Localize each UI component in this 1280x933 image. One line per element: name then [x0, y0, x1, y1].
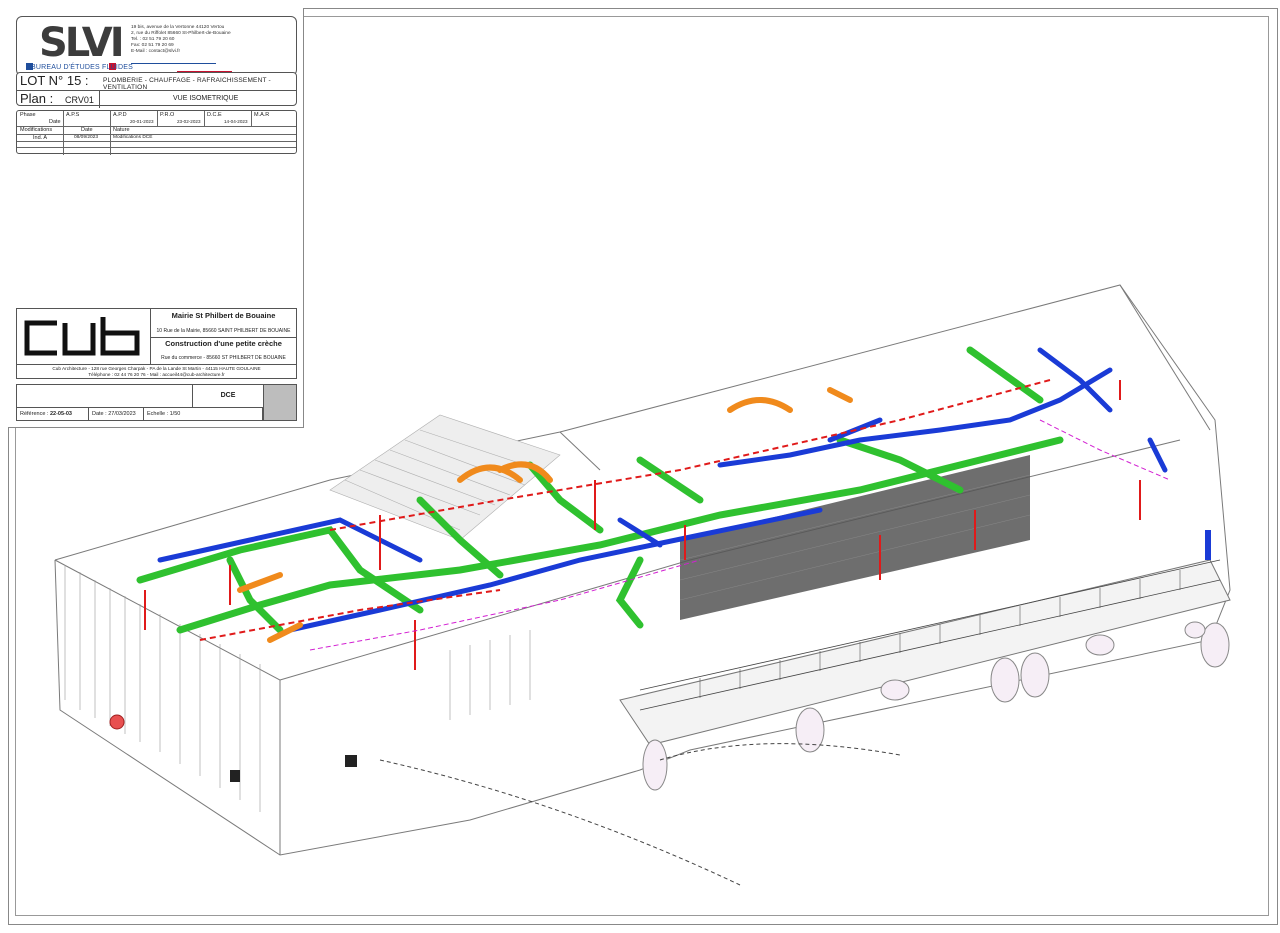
- divider: [17, 126, 296, 127]
- plan-label: Plan :: [20, 91, 54, 106]
- firm-address: 19 bis, avenue de la Vertonne 44120 Vert…: [131, 25, 231, 55]
- phase-apd-date: 20-01-2023: [130, 119, 154, 124]
- mod-date-header: Date: [81, 127, 93, 133]
- phase-pro-date: 23-02-2023: [177, 119, 201, 124]
- slvi-logo: SLVI: [39, 20, 125, 66]
- project-address: Rue du commerce - 85660 ST PHILBERT DE B…: [161, 355, 286, 361]
- owner-address: 10 Rue de la Mairie, 85660 SAINT PHILBER…: [156, 328, 291, 334]
- title-block: SLVI BUREAU D'ÉTUDES FLUIDES 19 bis, ave…: [8, 8, 304, 428]
- phase-date-header: Date: [49, 119, 61, 125]
- phase-dce: D.C.E: [207, 112, 222, 118]
- divider: [251, 111, 252, 126]
- mod-nature-header: Nature: [113, 127, 130, 133]
- reference-cell: Référence : 22-05-03: [17, 407, 89, 421]
- divider: [63, 111, 64, 126]
- phase-pro: P.R.O: [160, 112, 175, 118]
- project-name: Construction d'une petite crèche: [165, 339, 282, 348]
- divider: [17, 141, 296, 142]
- phase-header: Phase: [20, 112, 36, 118]
- mod-nature: Modifications DCE: [113, 135, 153, 140]
- architect-footer: Cub Architecture - 128 rue Georges Charp…: [17, 364, 296, 378]
- divider: [110, 126, 111, 155]
- cub-logo: [17, 309, 151, 364]
- phase-dce-date: 14-04-2023: [224, 119, 248, 124]
- project-cell: Construction d'une petite crèche Rue du …: [151, 337, 296, 364]
- cub-logo-icon: [24, 317, 140, 356]
- firm-header: SLVI BUREAU D'ÉTUDES FLUIDES 19 bis, ave…: [16, 16, 297, 76]
- firm-tagline: BUREAU D'ÉTUDES FLUIDES: [31, 64, 134, 71]
- architect-footer-line: Téléphone : 02 44 76 20 76 - Mail : accu…: [88, 372, 225, 377]
- phase-apd: A.P.D: [113, 112, 127, 118]
- plan-description: VUE ISOMETRIQUE: [173, 95, 239, 102]
- revision-swatch: [263, 385, 296, 420]
- owner-cell: Mairie St Philbert de Bouaine 10 Rue de …: [151, 309, 296, 338]
- mod-header: Modifications: [20, 127, 53, 133]
- phase-code: DCE: [192, 385, 264, 407]
- owner-name: Mairie St Philbert de Bouaine: [171, 311, 276, 320]
- phase-aps: A.P.S: [66, 112, 80, 118]
- lot-row: LOT N° 15 : PLOMBERIE - CHAUFFAGE - RAFR…: [17, 73, 296, 91]
- reference-block: DCE Référence : 22-05-03 Date : 27/03/20…: [16, 384, 297, 421]
- lot-description: PLOMBERIE - CHAUFFAGE - RAFRAICHISSEMENT…: [103, 77, 271, 91]
- phase-table: Phase Date A.P.S A.P.D 20-01-2023 P.R.O …: [16, 110, 297, 155]
- divider: [17, 134, 296, 135]
- plan-row: Plan : CRV01 VUE ISOMETRIQUE: [17, 90, 296, 108]
- architect-block: Mairie St Philbert de Bouaine 10 Rue de …: [16, 308, 297, 379]
- plan-separator: [99, 91, 100, 108]
- firm-address-line: E-Mail : contact@slvi.fr: [131, 49, 181, 54]
- divider: [204, 111, 205, 126]
- divider: [17, 147, 296, 148]
- date-cell: Date : 27/03/2023: [89, 407, 144, 421]
- reference-value: 22-05-03: [49, 411, 72, 417]
- scale-cell: Echelle : 1/50: [144, 407, 263, 421]
- decor-line-blue: [131, 63, 216, 64]
- mod-date: 08/09/2023: [74, 135, 99, 140]
- plan-value: CRV01: [65, 95, 94, 105]
- divider: [63, 126, 64, 155]
- lot-section: LOT N° 15 : PLOMBERIE - CHAUFFAGE - RAFR…: [16, 72, 297, 108]
- divider: [110, 111, 111, 126]
- reference-label: Référence :: [20, 411, 49, 417]
- lot-label: LOT N° 15 :: [20, 73, 89, 88]
- divider: [157, 111, 158, 126]
- phase-mar: M.A.R: [254, 112, 270, 118]
